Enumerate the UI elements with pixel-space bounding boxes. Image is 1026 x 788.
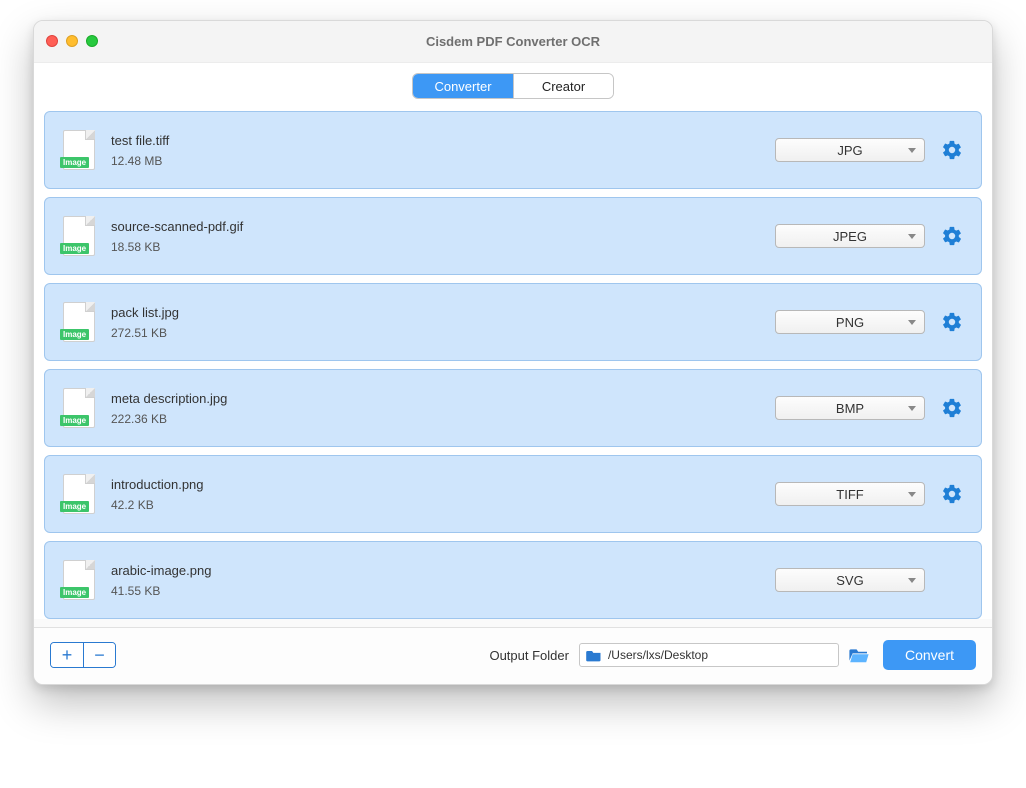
chevron-down-icon (908, 320, 916, 325)
output-format-value: JPEG (833, 229, 867, 244)
close-window-button[interactable] (46, 35, 58, 47)
image-file-icon: Image (63, 130, 95, 170)
mode-tabbar: Converter Creator (34, 63, 992, 111)
file-row[interactable]: Image arabic-image.png 41.55 KB SVG (44, 541, 982, 619)
file-row[interactable]: Image test file.tiff 12.48 MB JPG (44, 111, 982, 189)
maximize-window-button[interactable] (86, 35, 98, 47)
file-size: 18.58 KB (111, 240, 759, 254)
gear-icon[interactable] (941, 139, 963, 161)
image-file-icon: Image (63, 388, 95, 428)
chevron-down-icon (908, 148, 916, 153)
chevron-down-icon (908, 406, 916, 411)
remove-file-button[interactable]: − (83, 643, 115, 667)
file-info: introduction.png 42.2 KB (111, 477, 759, 512)
minimize-window-button[interactable] (66, 35, 78, 47)
file-row[interactable]: Image meta description.jpg 222.36 KB BMP (44, 369, 982, 447)
file-type-badge: Image (60, 157, 89, 168)
file-info: source-scanned-pdf.gif 18.58 KB (111, 219, 759, 254)
file-info: pack list.jpg 272.51 KB (111, 305, 759, 340)
file-name: pack list.jpg (111, 305, 759, 320)
file-name: meta description.jpg (111, 391, 759, 406)
output-format-select[interactable]: JPEG (775, 224, 925, 248)
chevron-down-icon (908, 578, 916, 583)
folder-icon (586, 649, 602, 662)
chevron-down-icon (908, 234, 916, 239)
file-type-badge: Image (60, 587, 89, 598)
file-info: meta description.jpg 222.36 KB (111, 391, 759, 426)
convert-button[interactable]: Convert (883, 640, 976, 670)
file-row[interactable]: Image source-scanned-pdf.gif 18.58 KB JPEG (44, 197, 982, 275)
file-info: test file.tiff 12.48 MB (111, 133, 759, 168)
mode-segmented-control: Converter Creator (412, 73, 614, 99)
file-name: introduction.png (111, 477, 759, 492)
file-name: test file.tiff (111, 133, 759, 148)
image-file-icon: Image (63, 216, 95, 256)
file-size: 222.36 KB (111, 412, 759, 426)
output-folder-path: /Users/lxs/Desktop (608, 648, 708, 662)
chevron-down-icon (908, 492, 916, 497)
tab-creator[interactable]: Creator (513, 74, 613, 98)
file-name: source-scanned-pdf.gif (111, 219, 759, 234)
file-list: Image test file.tiff 12.48 MB JPG Image sourc… (34, 111, 992, 619)
output-format-value: SVG (836, 573, 863, 588)
output-format-value: PNG (836, 315, 864, 330)
file-type-badge: Image (60, 501, 89, 512)
add-file-button[interactable]: + (51, 643, 83, 667)
image-file-icon: Image (63, 560, 95, 600)
image-file-icon: Image (63, 302, 95, 342)
gear-icon[interactable] (941, 397, 963, 419)
output-folder-group: Output Folder /Users/lxs/Desktop (130, 643, 869, 667)
file-info: arabic-image.png 41.55 KB (111, 563, 759, 598)
output-folder-field[interactable]: /Users/lxs/Desktop (579, 643, 839, 667)
output-format-select[interactable]: PNG (775, 310, 925, 334)
gear-icon[interactable] (941, 225, 963, 247)
file-size: 41.55 KB (111, 584, 759, 598)
file-size: 272.51 KB (111, 326, 759, 340)
add-remove-group: + − (50, 642, 116, 668)
output-format-select[interactable]: JPG (775, 138, 925, 162)
app-window: Cisdem PDF Converter OCR Converter Creat… (33, 20, 993, 685)
file-size: 42.2 KB (111, 498, 759, 512)
output-format-value: JPG (837, 143, 862, 158)
output-format-select[interactable]: BMP (775, 396, 925, 420)
file-type-badge: Image (60, 243, 89, 254)
output-format-value: BMP (836, 401, 864, 416)
traffic-lights (46, 35, 98, 47)
image-file-icon: Image (63, 474, 95, 514)
file-type-badge: Image (60, 329, 89, 340)
output-folder-label: Output Folder (489, 648, 569, 663)
output-format-select[interactable]: SVG (775, 568, 925, 592)
output-format-value: TIFF (836, 487, 863, 502)
tab-converter[interactable]: Converter (413, 74, 513, 98)
file-row[interactable]: Image pack list.jpg 272.51 KB PNG (44, 283, 982, 361)
file-name: arabic-image.png (111, 563, 759, 578)
footer: + − Output Folder /Users/lxs/Desktop Con… (34, 627, 992, 684)
file-row[interactable]: Image introduction.png 42.2 KB TIFF (44, 455, 982, 533)
window-title: Cisdem PDF Converter OCR (426, 34, 600, 49)
gear-icon[interactable] (941, 483, 963, 505)
browse-folder-button[interactable] (849, 647, 869, 663)
gear-icon[interactable] (941, 311, 963, 333)
file-type-badge: Image (60, 415, 89, 426)
file-size: 12.48 MB (111, 154, 759, 168)
titlebar: Cisdem PDF Converter OCR (34, 21, 992, 63)
output-format-select[interactable]: TIFF (775, 482, 925, 506)
